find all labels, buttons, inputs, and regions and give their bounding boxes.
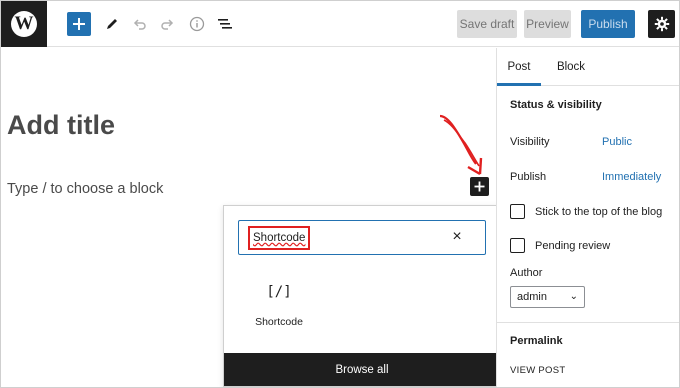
sidebar-tabs: Post Block <box>497 48 679 86</box>
sticky-label[interactable]: Stick to the top of the blog <box>535 206 662 218</box>
shortcode-block-result[interactable]: [/] Shortcode <box>248 284 310 332</box>
status-visibility-toggle[interactable]: Status & visibility <box>510 99 602 111</box>
visibility-label: Visibility <box>510 136 550 148</box>
top-toolbar: W Save draft Preview Publish <box>1 1 679 47</box>
shortcode-icon: [/] <box>266 284 292 300</box>
block-search-input[interactable]: Shortcode × <box>238 220 486 255</box>
section-divider <box>497 322 679 323</box>
wordpress-logo-letter: W <box>11 11 37 37</box>
plus-icon <box>73 18 85 30</box>
gear-icon <box>654 16 669 32</box>
close-icon[interactable]: × <box>449 229 465 245</box>
pen-icon <box>107 19 117 29</box>
tab-block[interactable]: Block <box>549 48 593 86</box>
author-select[interactable]: admin ⌄ <box>510 286 585 308</box>
browse-all-button[interactable]: Browse all <box>224 353 500 386</box>
editor-window: W Save draft Preview Publish Add title T… <box>0 0 680 388</box>
tools-button[interactable] <box>101 12 123 36</box>
arrow-annotation-icon <box>439 114 483 176</box>
settings-sidebar: Post Block Status & visibility Visibilit… <box>496 48 679 387</box>
preview-button[interactable]: Preview <box>524 10 571 38</box>
permalink-toggle[interactable]: Permalink <box>510 335 563 347</box>
view-post-label: VIEW POST <box>510 365 566 376</box>
info-icon <box>189 16 205 32</box>
publish-date-link[interactable]: Immediately <box>602 171 661 183</box>
publish-label: Publish <box>510 171 547 183</box>
author-label: Author <box>510 267 543 279</box>
details-button[interactable] <box>186 12 208 36</box>
author-select-value: admin <box>517 291 547 303</box>
search-input-value[interactable]: Shortcode <box>248 226 311 250</box>
plus-icon <box>474 181 485 192</box>
block-placeholder[interactable]: Type / to choose a block <box>7 181 163 197</box>
sticky-checkbox[interactable] <box>510 204 525 219</box>
redo-icon <box>161 19 174 30</box>
list-view-icon <box>218 19 232 29</box>
pending-review-label[interactable]: Pending review <box>535 240 610 252</box>
shortcode-block-label: Shortcode <box>255 316 303 328</box>
visibility-value-link[interactable]: Public <box>602 136 632 148</box>
wordpress-logo-icon[interactable]: W <box>1 1 47 47</box>
block-inserter-popover: Shortcode × [/] Shortcode Browse all <box>223 205 501 387</box>
undo-button[interactable] <box>129 12 151 36</box>
chevron-down-icon: ⌄ <box>569 291 578 302</box>
redo-button[interactable] <box>156 12 178 36</box>
post-title-input[interactable]: Add title <box>7 110 115 141</box>
add-block-button[interactable] <box>67 12 91 36</box>
undo-icon <box>133 19 146 30</box>
publish-button[interactable]: Publish <box>581 10 635 38</box>
settings-button[interactable] <box>648 10 675 38</box>
pending-review-checkbox[interactable] <box>510 238 525 253</box>
inline-add-block-button[interactable] <box>470 177 489 196</box>
save-draft-button[interactable]: Save draft <box>457 10 517 38</box>
list-view-button[interactable] <box>214 12 236 36</box>
tab-post[interactable]: Post <box>497 48 541 86</box>
